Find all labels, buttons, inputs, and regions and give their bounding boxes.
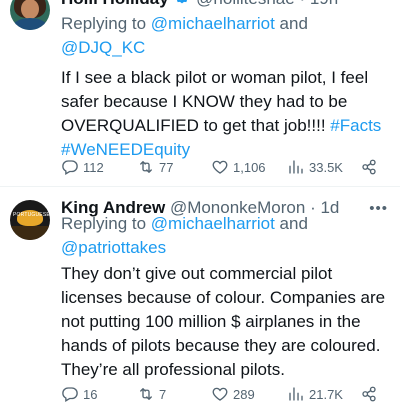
divider [0,186,400,187]
tweet-body: They don’t give out commercial pilot lic… [61,264,386,379]
view-count: 21.7K [309,386,343,402]
more-icon[interactable]: ••• [369,200,388,217]
reply-icon [62,387,78,402]
like-count: 1,106 [233,159,266,175]
tweet-body: If I see a black pilot or woman pilot, I… [61,68,369,135]
avatar-text: PORTUGUESE [13,212,50,218]
timestamp[interactable]: 19h [310,0,338,8]
more-icon[interactable]: ••• [369,0,388,7]
hashtag-link[interactable]: #Facts [330,116,381,135]
views-button[interactable]: 21.7K [287,385,343,403]
mention-link[interactable]: @michaelharriot [151,14,275,33]
like-button[interactable]: 1,106 [211,158,266,176]
mention-link[interactable]: @DJQ_KC [61,38,145,57]
reply-count: 112 [83,159,104,175]
tweet[interactable]: Holli Holliday @hollitesnae · 19h ••• Re… [0,0,400,183]
reply-icon [62,160,78,175]
tweet[interactable]: PORTUGUESE King Andrew @MononkeMoron · 1… [0,188,400,418]
action-bar: 112 77 1,106 33.5K [61,158,390,178]
replying-to: Replying to @michaelharriot and @DJQ_KC [61,12,390,60]
like-icon [212,387,228,401]
mention-link[interactable]: @patriottakes [61,238,166,257]
retweet-count: 77 [159,159,174,175]
tweet-header: King Andrew @MononkeMoron · 1d ••• [61,198,390,222]
retweet-icon [140,388,152,400]
share-icon [362,159,376,175]
retweet-button[interactable]: 77 [137,158,173,176]
hashtag-link[interactable]: #WeNEEDEquity [61,140,190,159]
avatar[interactable] [10,0,50,30]
view-count: 33.5K [309,159,343,175]
views-icon [289,387,303,401]
like-icon [212,160,228,174]
tweet-text: They don’t give out commercial pilot lic… [61,262,390,382]
views-icon [289,160,303,174]
replying-prefix: Replying to [61,14,151,33]
views-button[interactable]: 33.5K [287,158,343,176]
share-button[interactable] [360,385,378,403]
reply-button[interactable]: 16 [61,385,97,403]
tweet-header: Holli Holliday @hollitesnae · 19h ••• [61,0,390,12]
avatar[interactable]: PORTUGUESE [10,200,50,240]
timestamp[interactable]: 1d [320,198,339,217]
author-handle[interactable]: @MononkeMoron [170,198,305,217]
like-count: 289 [233,386,255,402]
separator-dot: · [299,0,305,8]
share-icon [362,386,376,402]
verified-icon [173,0,191,11]
retweet-icon [140,161,152,173]
share-button[interactable] [360,158,378,176]
reply-button[interactable]: 112 [61,158,104,176]
author-name[interactable]: Holli Holliday [61,0,169,8]
author-name[interactable]: King Andrew [61,198,165,217]
author-handle[interactable]: @hollitesnae [196,0,295,8]
separator-dot: · [310,198,316,217]
retweet-count: 7 [159,386,167,402]
like-button[interactable]: 289 [211,385,255,403]
tweet-text: If I see a black pilot or woman pilot, I… [61,66,390,162]
action-bar: 16 7 289 21.7K [61,385,390,405]
mention-joiner: and [274,14,308,33]
reply-count: 16 [83,386,98,402]
retweet-button[interactable]: 7 [137,385,166,403]
